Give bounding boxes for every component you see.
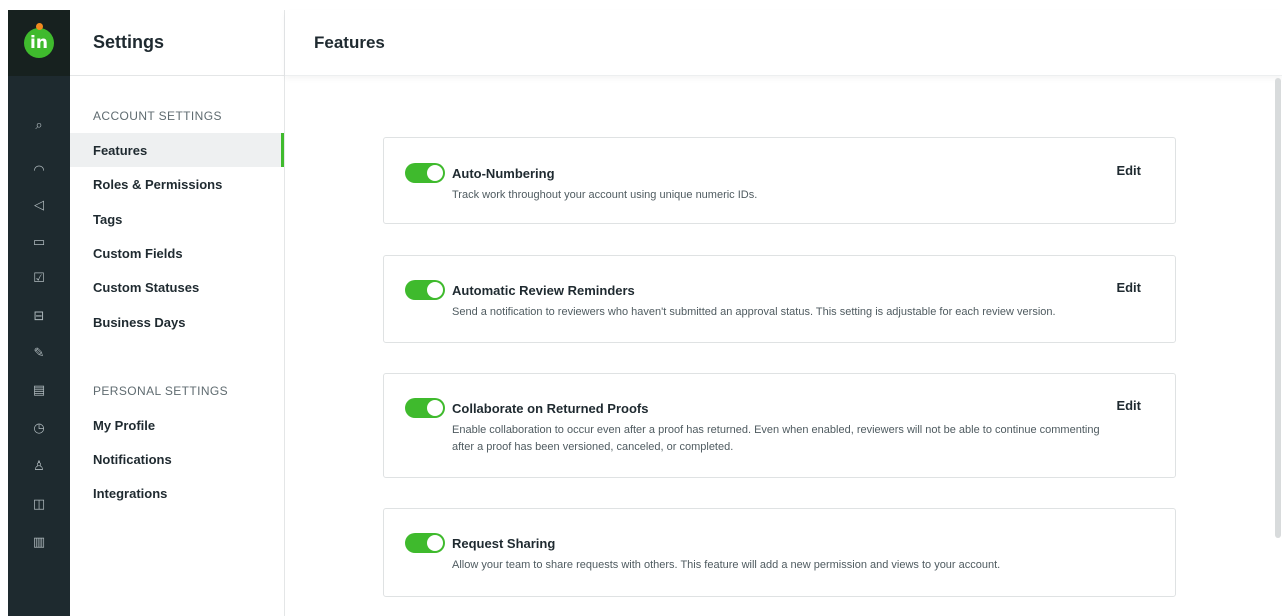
nav-item-features[interactable]: Features <box>70 133 284 167</box>
nav-item-integrations[interactable]: Integrations <box>70 476 284 510</box>
feature-description: Allow your team to share requests with o… <box>452 559 1001 571</box>
feature-card-request-sharing: Request Sharing Allow your team to share… <box>383 508 1176 597</box>
feature-title: Request Sharing <box>452 536 556 551</box>
calendar-icon[interactable]: ▤ <box>8 380 70 400</box>
auto-numbering-toggle[interactable] <box>405 163 445 183</box>
feature-description: Track work throughout your account using… <box>452 189 758 201</box>
account-settings-heading: ACCOUNT SETTINGS <box>93 109 222 123</box>
clock-icon[interactable]: ◷ <box>8 418 70 438</box>
chart-icon[interactable]: ▥ <box>8 532 70 552</box>
feature-title: Auto-Numbering <box>452 166 555 181</box>
nav-item-custom-fields[interactable]: Custom Fields <box>70 236 284 270</box>
inbox-icon[interactable]: ⊟ <box>8 306 70 326</box>
feature-title: Automatic Review Reminders <box>452 283 635 298</box>
settings-nav-header: Settings <box>70 10 284 76</box>
feature-card-auto-numbering: Auto-Numbering Track work throughout you… <box>383 137 1176 224</box>
megaphone-icon[interactable]: ◁ <box>8 195 70 215</box>
edit-button[interactable]: Edit <box>1116 163 1141 178</box>
edit-button[interactable]: Edit <box>1116 280 1141 295</box>
nav-item-notifications[interactable]: Notifications <box>70 442 284 476</box>
request-sharing-toggle[interactable] <box>405 533 445 553</box>
logo-text: in <box>30 33 48 53</box>
automatic-review-reminders-toggle[interactable] <box>405 280 445 300</box>
folder-icon[interactable]: ▭ <box>8 232 70 252</box>
nav-item-roles-permissions[interactable]: Roles & Permissions <box>70 167 284 201</box>
settings-nav: Settings ACCOUNT SETTINGS Features Roles… <box>70 10 285 616</box>
nav-item-my-profile[interactable]: My Profile <box>70 408 284 442</box>
feature-description: Send a notification to reviewers who hav… <box>452 306 1056 318</box>
search-icon[interactable]: ⌕ <box>8 115 70 135</box>
nav-item-tags[interactable]: Tags <box>70 202 284 236</box>
layout-icon[interactable]: ◫ <box>8 494 70 514</box>
nav-item-custom-statuses[interactable]: Custom Statuses <box>70 270 284 304</box>
proof-icon[interactable]: ✎ <box>8 343 70 363</box>
feature-title: Collaborate on Returned Proofs <box>452 401 649 416</box>
dashboard-icon[interactable]: ◠ <box>8 160 70 180</box>
edit-button[interactable]: Edit <box>1116 398 1141 413</box>
settings-title: Settings <box>93 32 165 52</box>
app-logo[interactable]: in <box>24 23 54 58</box>
collaborate-returned-proofs-toggle[interactable] <box>405 398 445 418</box>
checkbox-icon[interactable]: ☑ <box>8 268 70 288</box>
personal-settings-heading: PERSONAL SETTINGS <box>93 384 229 398</box>
app-rail: in ⌕ ◠ ◁ ▭ ☑ ⊟ ✎ ▤ ◷ ♙ ◫ ▥ <box>8 10 70 616</box>
page-title: Features <box>314 32 385 52</box>
user-icon[interactable]: ♙ <box>8 456 70 476</box>
main-header: Features <box>285 10 1282 76</box>
feature-card-automatic-review-reminders: Automatic Review Reminders Send a notifi… <box>383 255 1176 343</box>
nav-item-business-days[interactable]: Business Days <box>70 305 284 339</box>
main-scrollbar[interactable] <box>1275 78 1281 538</box>
feature-card-collaborate-returned-proofs: Collaborate on Returned Proofs Enable co… <box>383 373 1176 478</box>
feature-description: Enable collaboration to occur even after… <box>452 424 1100 453</box>
